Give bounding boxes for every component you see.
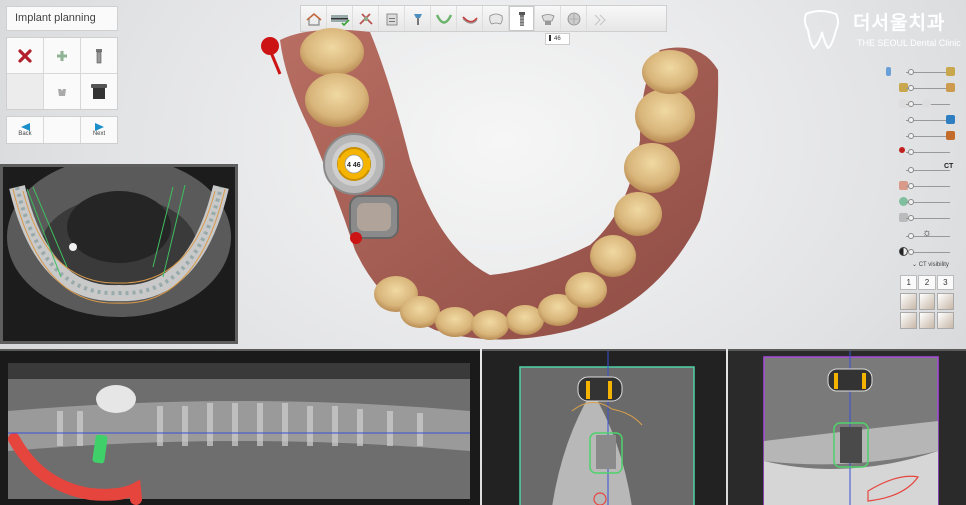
- implant-icon: [96, 48, 102, 63]
- abutment-button[interactable]: [44, 74, 80, 109]
- implant-marker-label: 4 46: [347, 162, 361, 169]
- sagittal-ct-image: [728, 351, 966, 505]
- cross-section-ct-image: [482, 351, 726, 505]
- cross-section-ct-view[interactable]: [482, 349, 726, 505]
- tooth-end-icon: [922, 99, 931, 108]
- tooth-logo-icon: [803, 10, 839, 50]
- implant-visibility-icon: [886, 67, 891, 76]
- visibility-sliders: CT ☼: [886, 64, 958, 264]
- view-right-icon[interactable]: [900, 312, 917, 329]
- slider-brightness[interactable]: ☼: [894, 227, 958, 242]
- back-button[interactable]: Back: [7, 117, 43, 143]
- slider-knob[interactable]: [908, 215, 914, 221]
- slider-gum[interactable]: [894, 180, 958, 192]
- slider-knob[interactable]: [908, 69, 914, 75]
- slider-gold-abutment[interactable]: [894, 82, 958, 94]
- slider-knob[interactable]: [908, 133, 914, 139]
- slider-jaw[interactable]: [894, 212, 958, 224]
- slider-knob[interactable]: [908, 167, 914, 173]
- add-plus-icon: [57, 50, 67, 61]
- slider-implant-visibility[interactable]: [886, 66, 958, 78]
- view-front-icon[interactable]: [900, 293, 917, 310]
- sagittal-ct-view[interactable]: [728, 349, 966, 505]
- slider-knob[interactable]: [908, 249, 914, 255]
- view-tab-2[interactable]: 2: [918, 275, 936, 290]
- slider-knob[interactable]: [908, 101, 914, 107]
- pin-icon: [899, 147, 905, 153]
- reference-pin-bottom-icon: [350, 232, 362, 244]
- implant-library-button[interactable]: [81, 38, 117, 73]
- view-back-icon[interactable]: [918, 293, 936, 310]
- next-button[interactable]: Next: [81, 117, 117, 143]
- orange-marker-icon: [946, 131, 955, 140]
- arrow-right-icon: [94, 123, 104, 131]
- next-label: Next: [92, 131, 106, 137]
- chevron-down-icon: ⌄: [912, 262, 919, 268]
- delete-x-icon: [18, 48, 32, 63]
- axial-ct-image: [3, 167, 235, 341]
- gold-abutment-icon: [946, 67, 955, 76]
- reference-pin-top-icon: [261, 37, 282, 75]
- slider-knob[interactable]: [908, 117, 914, 123]
- slider-nerve[interactable]: [894, 196, 958, 208]
- slider-contrast[interactable]: [894, 246, 958, 258]
- view-top-icon[interactable]: [918, 312, 936, 329]
- brightness-icon: ☼: [922, 227, 933, 239]
- slider-ct[interactable]: CT: [894, 163, 958, 176]
- view-tab-1[interactable]: 1: [900, 275, 918, 290]
- healing-abutment-top: [357, 203, 391, 231]
- arrow-left-icon: [20, 123, 30, 131]
- view-orientation-grid: [900, 293, 954, 329]
- view-left-icon[interactable]: [937, 293, 954, 310]
- brand-korean: 더서울치과: [853, 13, 946, 34]
- add-implant-button[interactable]: [44, 38, 80, 73]
- slider-tooth[interactable]: [894, 98, 958, 110]
- ct-slider-label: CT: [944, 163, 954, 170]
- slider-knob[interactable]: [908, 149, 914, 155]
- slider-pin[interactable]: [894, 146, 958, 158]
- navigation-panel: Back Next: [6, 116, 118, 144]
- gold-tooth-icon: [946, 83, 955, 92]
- nav-spacer: [44, 117, 80, 143]
- axial-ct-view[interactable]: [0, 164, 238, 344]
- slider-knob[interactable]: [908, 199, 914, 205]
- slider-orange-marker[interactable]: [894, 130, 958, 142]
- delete-implant-button[interactable]: [7, 38, 43, 73]
- dental-3d-viewport[interactable]: 4 46: [240, 20, 740, 350]
- view-bottom-icon[interactable]: [937, 312, 954, 329]
- brand-english: THE SEOUL Dental Clinic: [857, 38, 961, 48]
- panoramic-ct-image: [0, 351, 480, 505]
- slider-knob[interactable]: [908, 233, 914, 239]
- slider-blue-marker[interactable]: [894, 114, 958, 126]
- blue-marker-icon: [946, 115, 955, 124]
- slider-knob[interactable]: [908, 85, 914, 91]
- panel-title: Implant planning: [6, 6, 118, 31]
- ct-visibility-label: CT visibility: [918, 262, 949, 268]
- back-label: Back: [18, 131, 32, 137]
- tool-grid: [6, 37, 118, 110]
- panoramic-ct-view[interactable]: [0, 349, 480, 505]
- ct-visibility-toggle[interactable]: ⌄ CT visibility: [912, 261, 964, 271]
- clinic-logo: 더서울치과 THE SEOUL Dental Clinic: [800, 8, 961, 53]
- sleeve-icon: [91, 83, 107, 99]
- abutment-icon: [58, 88, 66, 96]
- view-layout-tabs: 1 2 3: [900, 275, 954, 290]
- view-tab-3[interactable]: 3: [936, 275, 954, 290]
- slider-knob[interactable]: [908, 183, 914, 189]
- empty-tool-slot[interactable]: [7, 74, 43, 109]
- sleeve-button[interactable]: [81, 74, 117, 109]
